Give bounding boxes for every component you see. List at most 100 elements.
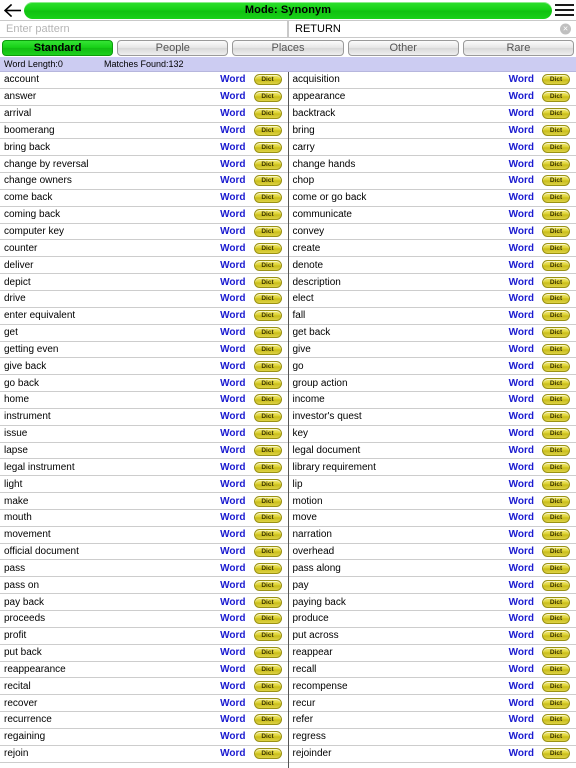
table-row[interactable]: rejoinder Word Dict: [288, 745, 576, 763]
table-row[interactable]: enter equivalent Word Dict: [0, 307, 288, 325]
table-row[interactable]: counter Word Dict: [0, 240, 288, 258]
dict-button[interactable]: Dict: [253, 579, 282, 591]
dict-button[interactable]: Dict: [253, 495, 282, 507]
table-row[interactable]: appearance Word Dict: [288, 88, 576, 106]
table-row[interactable]: recover Word Dict: [0, 695, 288, 713]
dict-button[interactable]: Dict: [542, 209, 570, 221]
word-link[interactable]: Word: [220, 293, 253, 304]
word-link[interactable]: Word: [220, 378, 253, 389]
word-link[interactable]: Word: [509, 310, 542, 321]
dict-button[interactable]: Dict: [253, 226, 282, 238]
table-row[interactable]: getting even Word Dict: [0, 341, 288, 359]
word-link[interactable]: Word: [220, 597, 253, 608]
table-row[interactable]: movement Word Dict: [0, 526, 288, 544]
table-row[interactable]: create Word Dict: [288, 240, 576, 258]
dict-button[interactable]: Dict: [253, 596, 282, 608]
dict-button[interactable]: Dict: [253, 124, 282, 136]
word-link[interactable]: Word: [220, 74, 253, 85]
table-row[interactable]: key Word Dict: [288, 425, 576, 443]
word-link[interactable]: Word: [220, 664, 253, 675]
word-link[interactable]: Word: [220, 546, 253, 557]
table-row[interactable]: change by reversal Word Dict: [0, 156, 288, 174]
table-row[interactable]: chop Word Dict: [288, 173, 576, 190]
tab-rare[interactable]: Rare: [462, 39, 575, 56]
dict-button[interactable]: Dict: [542, 529, 570, 541]
dict-button[interactable]: Dict: [542, 647, 570, 659]
dict-button[interactable]: Dict: [253, 748, 282, 760]
table-row[interactable]: recur Word Dict: [288, 695, 576, 713]
dict-button[interactable]: Dict: [253, 327, 282, 339]
table-row[interactable]: backtrack Word Dict: [288, 105, 576, 123]
dict-button[interactable]: Dict: [542, 343, 570, 355]
dict-button[interactable]: Dict: [542, 158, 570, 170]
table-row[interactable]: description Word Dict: [288, 274, 576, 291]
table-row[interactable]: arrival Word Dict: [0, 105, 288, 123]
dict-button[interactable]: Dict: [253, 613, 282, 625]
table-row[interactable]: group action Word Dict: [288, 375, 576, 393]
dict-button[interactable]: Dict: [253, 562, 282, 574]
dict-button[interactable]: Dict: [253, 91, 282, 103]
word-link[interactable]: Word: [220, 462, 253, 473]
tab-other[interactable]: Other: [347, 39, 459, 56]
word-link[interactable]: Word: [509, 563, 542, 574]
word-link[interactable]: Word: [220, 108, 253, 119]
table-row[interactable]: change owners Word Dict: [0, 173, 288, 190]
return-input[interactable]: [289, 21, 576, 37]
word-link[interactable]: Word: [220, 327, 253, 338]
word-link[interactable]: Word: [509, 647, 542, 658]
word-link[interactable]: Word: [509, 394, 542, 405]
dict-button[interactable]: Dict: [542, 124, 570, 136]
table-row[interactable]: fall Word Dict: [288, 307, 576, 325]
dict-button[interactable]: Dict: [253, 175, 282, 187]
dict-button[interactable]: Dict: [542, 276, 570, 288]
word-link[interactable]: Word: [509, 293, 542, 304]
table-row[interactable]: paying back Word Dict: [288, 594, 576, 611]
table-row[interactable]: put back Word Dict: [0, 644, 288, 662]
dict-button[interactable]: Dict: [542, 697, 570, 709]
table-row[interactable]: regaining Word Dict: [0, 728, 288, 746]
dict-button[interactable]: Dict: [542, 394, 570, 406]
word-link[interactable]: Word: [509, 159, 542, 170]
table-row[interactable]: get back Word Dict: [288, 324, 576, 342]
dict-button[interactable]: Dict: [253, 242, 282, 254]
dict-button[interactable]: Dict: [253, 411, 282, 423]
dict-button[interactable]: Dict: [542, 748, 570, 760]
table-row[interactable]: come or go back Word Dict: [288, 189, 576, 207]
dict-button[interactable]: Dict: [542, 360, 570, 372]
dict-button[interactable]: Dict: [542, 259, 570, 271]
dict-button[interactable]: Dict: [542, 242, 570, 254]
dict-button[interactable]: Dict: [253, 630, 282, 642]
table-row[interactable]: pass Word Dict: [0, 560, 288, 578]
word-link[interactable]: Word: [220, 479, 253, 490]
word-link[interactable]: Word: [220, 192, 253, 203]
dict-button[interactable]: Dict: [542, 327, 570, 339]
dict-button[interactable]: Dict: [253, 276, 282, 288]
dict-button[interactable]: Dict: [542, 680, 570, 692]
dict-button[interactable]: Dict: [542, 175, 570, 187]
table-row[interactable]: account Word Dict: [0, 72, 288, 89]
word-link[interactable]: Word: [220, 580, 253, 591]
hamburger-menu-icon[interactable]: [552, 0, 574, 20]
table-row[interactable]: pay back Word Dict: [0, 594, 288, 611]
dict-button[interactable]: Dict: [542, 512, 570, 524]
dict-button[interactable]: Dict: [253, 529, 282, 541]
dict-button[interactable]: Dict: [542, 714, 570, 726]
dict-button[interactable]: Dict: [253, 647, 282, 659]
word-link[interactable]: Word: [509, 630, 542, 641]
word-link[interactable]: Word: [509, 546, 542, 557]
dict-button[interactable]: Dict: [542, 141, 570, 153]
dict-button[interactable]: Dict: [542, 478, 570, 490]
dict-button[interactable]: Dict: [253, 512, 282, 524]
word-link[interactable]: Word: [509, 125, 542, 136]
word-link[interactable]: Word: [509, 479, 542, 490]
word-link[interactable]: Word: [220, 175, 253, 186]
back-arrow-icon[interactable]: [2, 0, 24, 20]
table-row[interactable]: go back Word Dict: [0, 375, 288, 393]
table-row[interactable]: lip Word Dict: [288, 476, 576, 494]
table-row[interactable]: go Word Dict: [288, 358, 576, 376]
table-row[interactable]: communicate Word Dict: [288, 206, 576, 224]
table-row[interactable]: drive Word Dict: [0, 290, 288, 308]
table-row[interactable]: deliver Word Dict: [0, 257, 288, 275]
dict-button[interactable]: Dict: [542, 731, 570, 743]
dict-button[interactable]: Dict: [253, 731, 282, 743]
